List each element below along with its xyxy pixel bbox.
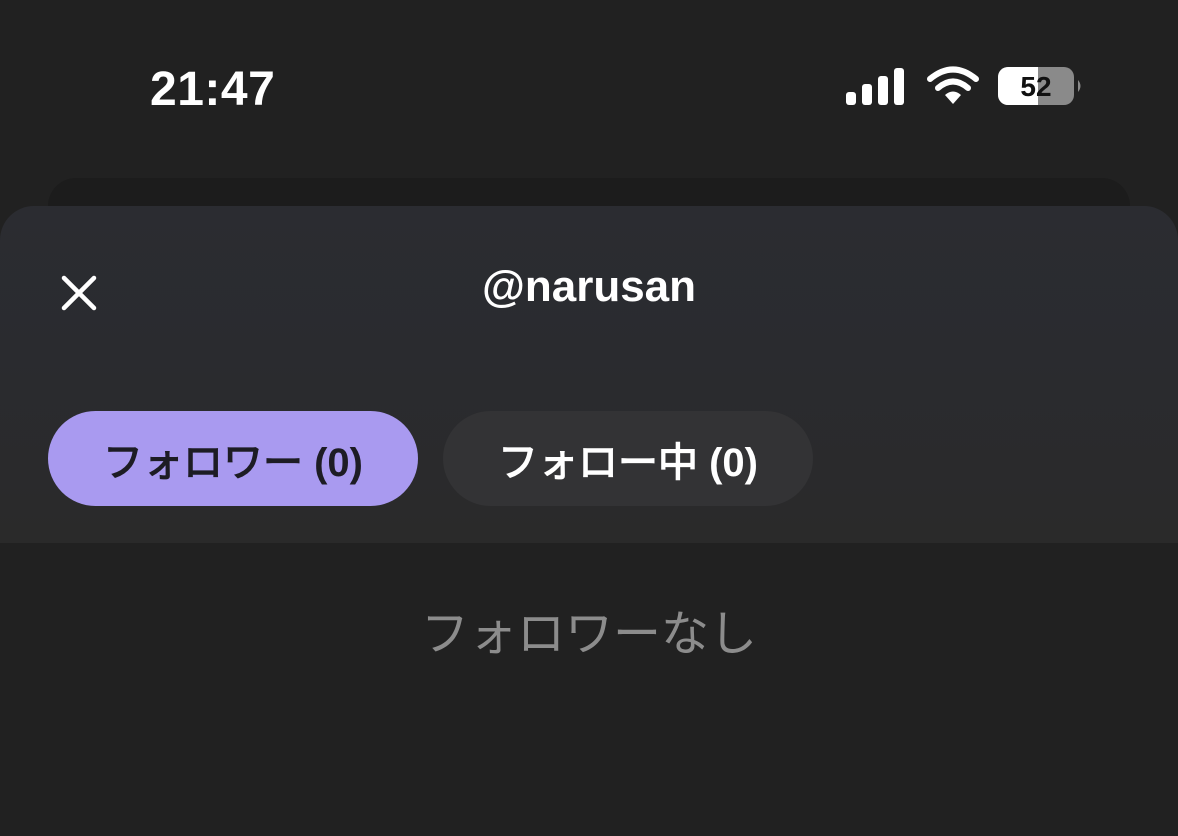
- sheet-title: @narusan: [481, 262, 697, 311]
- status-time: 21:47: [150, 63, 276, 116]
- empty-state-message: フォロワーなし: [420, 608, 757, 661]
- tab-following[interactable]: フォロー中 (0): [443, 411, 813, 506]
- battery-level: 52: [1020, 71, 1052, 102]
- wifi-icon: [927, 66, 979, 104]
- sheet-header: @narusan フォロワー (0) フォロー中 (0): [0, 206, 1178, 543]
- follow-sheet: @narusan フォロワー (0) フォロー中 (0) フォロワーなし: [0, 206, 1178, 836]
- tab-followers[interactable]: フォロワー (0): [48, 411, 418, 506]
- cellular-signal-icon: [846, 68, 904, 105]
- status-bar: 21:47 52: [0, 0, 1178, 180]
